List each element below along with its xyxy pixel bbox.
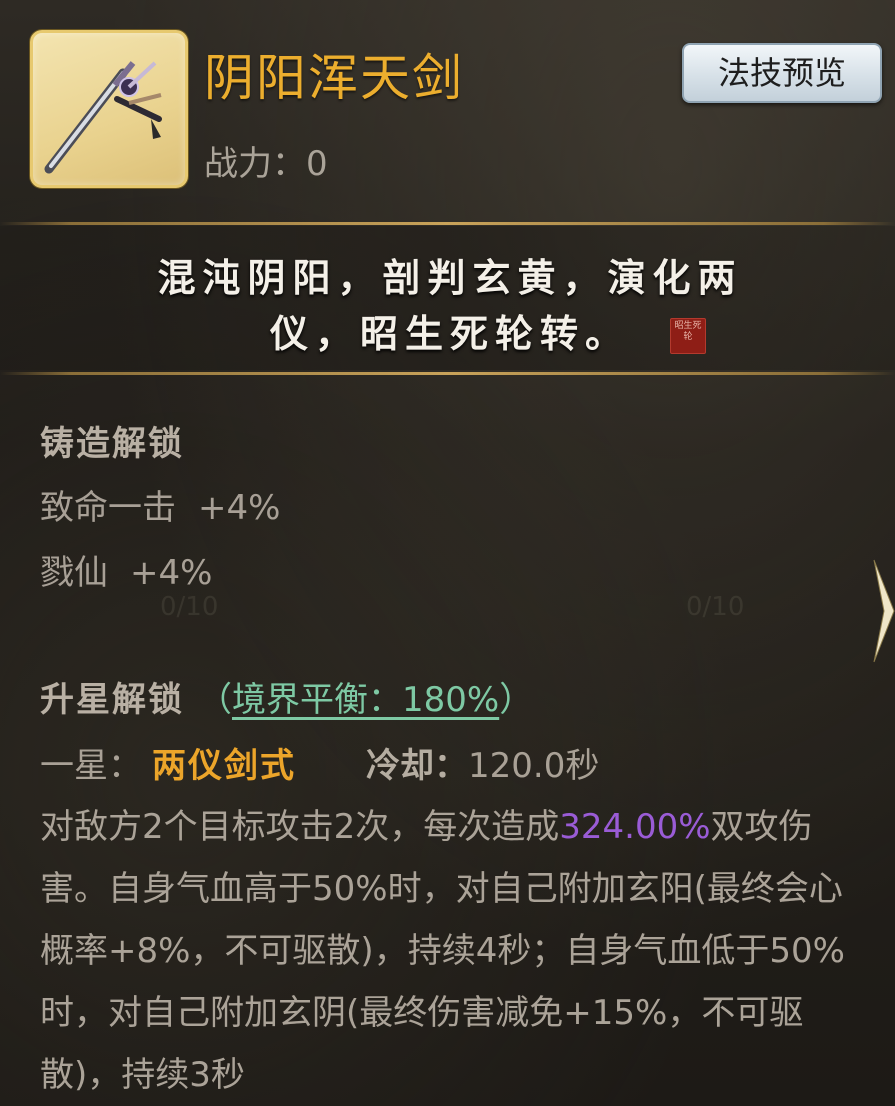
stat-value: +4% <box>130 553 213 593</box>
divider-top <box>0 222 895 225</box>
quote-line-2: 仪，昭生死轮转。 <box>269 311 630 356</box>
item-name: 阴阳浑天剑 <box>204 49 464 107</box>
star-unlock-title: 升星解锁 <box>40 680 184 720</box>
cooldown-label: 冷却： <box>366 746 468 786</box>
cooldown-value: 120.0秒 <box>468 746 600 786</box>
quote-line-1: 混沌阴阳，剖判玄黄，演化两 <box>157 255 743 300</box>
damage-percentage: 324.00% <box>559 807 711 847</box>
skill-description-text: 双攻伤害。自身气血高于50%时，对自己附加玄阳(最终会心概率+8%，不可驱散)，… <box>40 807 845 1095</box>
skill-preview-button[interactable]: 法技预览 <box>682 43 882 103</box>
skill-summary-row: 一星： 两仪剑式 冷却：120.0秒 <box>40 738 599 787</box>
forge-unlock-title: 铸造解锁 <box>40 424 184 464</box>
red-seal-stamp: 昭生死轮 <box>670 318 706 354</box>
sword-icon <box>44 61 162 174</box>
stat-value: +4% <box>198 488 281 528</box>
next-arrow-icon[interactable] <box>872 556 895 666</box>
combat-power: 战力：0 <box>204 136 328 185</box>
forge-stat-row: 致命一击 +4% <box>40 480 280 529</box>
realm-balance: （境界平衡：180%） <box>198 680 534 720</box>
item-icon-frame[interactable] <box>30 30 188 188</box>
item-quote: 混沌阴阳，剖判玄黄，演化两 仪，昭生死轮转。 <box>70 250 830 362</box>
star-unlock-header: 升星解锁 （境界平衡：180%） <box>40 672 533 721</box>
forge-stat-row: 戮仙 +4% <box>40 545 212 594</box>
background-counter: 0/10 <box>686 592 745 622</box>
skill-description-text: 对敌方2个目标攻击2次，每次造成 <box>40 807 560 847</box>
stat-name: 戮仙 <box>40 553 108 593</box>
skill-description: 对敌方2个目标攻击2次，每次造成324.00%双攻伤害。自身气血高于50%时，对… <box>40 796 870 1106</box>
star-level-label: 一星： <box>40 746 142 786</box>
stat-name: 致命一击 <box>40 488 176 528</box>
combat-power-value: 0 <box>306 144 328 184</box>
divider-bottom <box>0 372 895 375</box>
realm-balance-text: 境界平衡：180% <box>232 680 500 720</box>
background-counter: 0/10 <box>160 592 219 622</box>
skill-name: 两仪剑式 <box>152 746 296 786</box>
combat-power-label: 战力： <box>204 144 306 184</box>
